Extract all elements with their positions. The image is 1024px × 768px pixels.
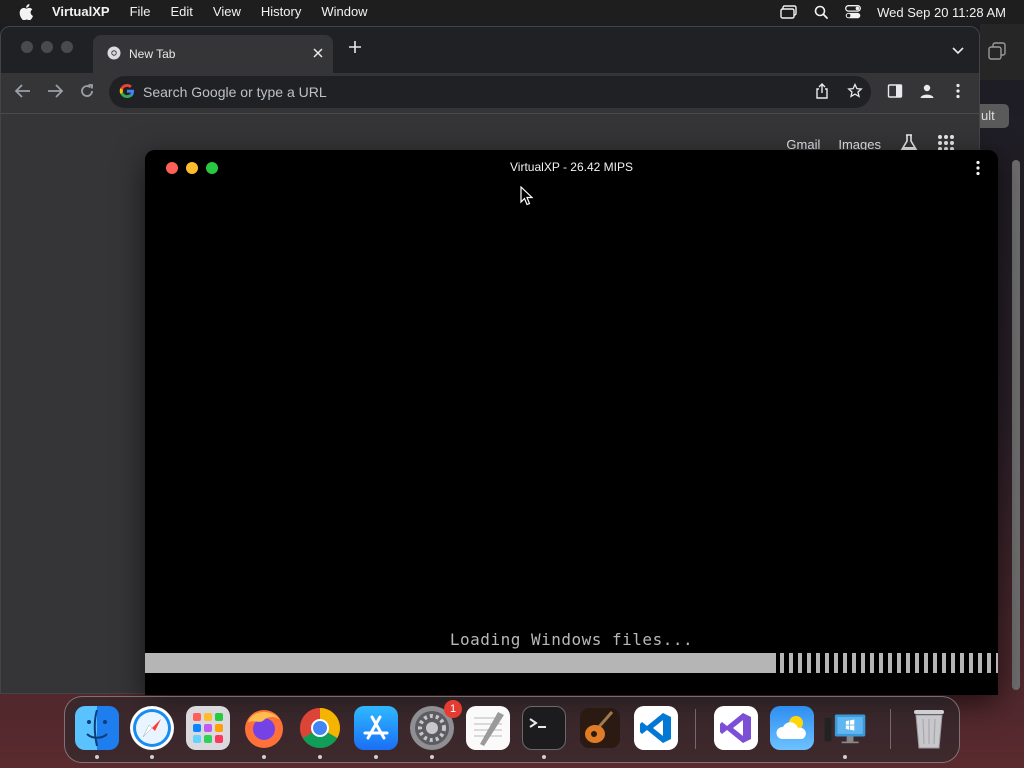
chrome-icon[interactable]: [298, 706, 342, 750]
control-center-icon[interactable]: [837, 5, 869, 19]
browser-close-button[interactable]: [21, 41, 33, 53]
tab-close-icon[interactable]: [313, 47, 323, 61]
menu-file[interactable]: File: [120, 0, 161, 24]
duplicate-window-icon[interactable]: [988, 42, 1006, 65]
forward-arrow-icon[interactable]: [46, 83, 64, 104]
finder-icon[interactable]: [75, 706, 119, 750]
browser-menu-kebab-icon[interactable]: [955, 83, 961, 104]
launchpad-icon[interactable]: [186, 706, 230, 750]
tab-strip: New Tab: [1, 27, 979, 73]
google-g-icon: [119, 83, 135, 102]
bookmark-star-icon[interactable]: [847, 82, 863, 104]
spotlight-search-icon[interactable]: [805, 5, 837, 19]
menu-app-name[interactable]: VirtualXP: [52, 0, 120, 24]
dock-separator: [890, 709, 891, 749]
virtualxp-menu-kebab-icon[interactable]: [975, 160, 983, 176]
menubar-clock[interactable]: Wed Sep 20 11:28 AM: [869, 5, 1024, 20]
tab-new-tab[interactable]: New Tab: [93, 35, 333, 73]
reload-icon[interactable]: [79, 83, 95, 104]
browser-zoom-button[interactable]: [61, 41, 73, 53]
new-tab-plus-icon[interactable]: [347, 39, 365, 57]
virtualxp-window: VirtualXP - 26.42 MIPS Loading Windows f…: [145, 150, 998, 695]
running-indicator-dot: [430, 755, 434, 759]
share-icon[interactable]: [815, 83, 829, 104]
app-store-icon[interactable]: [354, 706, 398, 750]
garageband-icon[interactable]: [578, 706, 622, 750]
boot-loading-message: Loading Windows files...: [449, 630, 694, 649]
browser-traffic-lights: [21, 41, 73, 53]
virtualxp-window-title: VirtualXP - 26.42 MIPS: [510, 160, 633, 174]
background-window-button[interactable]: ult: [980, 104, 1009, 128]
browser-minimize-button[interactable]: [41, 41, 53, 53]
boot-progress-stripes: [780, 653, 998, 673]
address-bar-placeholder: Search Google or type a URL: [143, 84, 327, 100]
address-bar[interactable]: Search Google or type a URL: [109, 76, 871, 108]
boot-progress-fill: [145, 653, 776, 673]
browser-toolbar: Search Google or type a URL: [1, 73, 979, 111]
menu-bar: VirtualXP File Edit View History Window …: [0, 0, 1024, 24]
back-arrow-icon[interactable]: [14, 83, 32, 104]
terminal-icon[interactable]: [522, 706, 566, 750]
running-indicator-dot: [262, 755, 266, 759]
firefox-icon[interactable]: [242, 706, 286, 750]
menu-history[interactable]: History: [251, 0, 311, 24]
tab-search-chevron-icon[interactable]: [951, 43, 965, 61]
profile-avatar-icon[interactable]: [919, 83, 935, 104]
system-settings-icon[interactable]: 1: [410, 700, 462, 750]
visual-studio-icon[interactable]: [714, 706, 758, 750]
virtualxp-titlebar[interactable]: VirtualXP - 26.42 MIPS: [145, 150, 998, 186]
settings-notification-badge: 1: [444, 700, 462, 718]
side-panel-icon[interactable]: [887, 83, 903, 104]
textedit-icon[interactable]: [466, 706, 510, 750]
chrome-favicon-icon: [107, 46, 121, 63]
apple-menu-icon[interactable]: [0, 4, 52, 20]
menu-edit[interactable]: Edit: [161, 0, 203, 24]
running-indicator-dot: [542, 755, 546, 759]
menu-view[interactable]: View: [203, 0, 251, 24]
screen-mirroring-icon[interactable]: [773, 5, 805, 19]
dock: 1: [64, 696, 960, 763]
page-scrollbar[interactable]: [1012, 160, 1020, 690]
running-indicator-dot: [318, 755, 322, 759]
vscode-icon[interactable]: [634, 706, 678, 750]
running-indicator-dot: [374, 755, 378, 759]
virtualxp-icon[interactable]: [823, 706, 867, 750]
running-indicator-dot: [95, 755, 99, 759]
background-window: [980, 24, 1024, 80]
dock-separator: [695, 709, 696, 749]
boot-progress-bar: [145, 653, 998, 673]
tab-title: New Tab: [129, 47, 176, 61]
menu-window[interactable]: Window: [311, 0, 377, 24]
weather-icon[interactable]: [770, 706, 814, 750]
mouse-cursor-icon: [520, 185, 534, 211]
running-indicator-dot: [843, 755, 847, 759]
trash-icon[interactable]: [907, 706, 951, 750]
running-indicator-dot: [150, 755, 154, 759]
safari-icon[interactable]: [130, 706, 174, 750]
